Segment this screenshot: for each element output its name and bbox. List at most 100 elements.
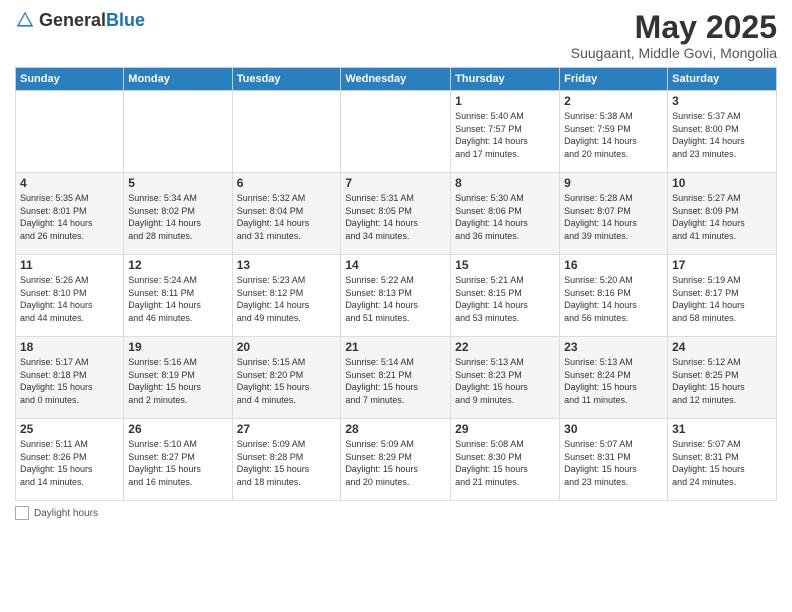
day-detail: Sunrise: 5:10 AM Sunset: 8:27 PM Dayligh…	[128, 438, 227, 488]
calendar-cell	[16, 91, 124, 173]
calendar-header-friday: Friday	[560, 68, 668, 91]
day-number: 13	[237, 258, 337, 272]
calendar-cell: 20Sunrise: 5:15 AM Sunset: 8:20 PM Dayli…	[232, 337, 341, 419]
calendar-cell: 30 Sunrise: 5:07 AM Sunset: 8:31 PM Dayli…	[560, 419, 668, 501]
day-detail: Sunrise: 5:35 AM Sunset: 8:01 PM Dayligh…	[20, 192, 119, 242]
day-number: 28	[345, 422, 446, 436]
calendar-cell: 27 Sunrise: 5:09 AM Sunset: 8:28 PM Dayli…	[232, 419, 341, 501]
day-detail: Sunrise: 5:07 AM Sunset: 8:31 PM Dayligh…	[564, 438, 663, 488]
calendar-cell: 25 Sunrise: 5:11 AM Sunset: 8:26 PM Dayli…	[16, 419, 124, 501]
day-detail: Sunrise: 5:21 AM Sunset: 8:15 PM Dayligh…	[455, 274, 555, 324]
calendar-cell: 18 Sunrise: 5:17 AM Sunset: 8:18 PM Dayli…	[16, 337, 124, 419]
day-number: 30	[564, 422, 663, 436]
calendar-cell: 17 Sunrise: 5:19 AM Sunset: 8:17 PM Dayli…	[668, 255, 777, 337]
day-detail: Sunrise: 5:07 AM Sunset: 8:31 PM Dayligh…	[672, 438, 772, 488]
calendar-header-sunday: Sunday	[16, 68, 124, 91]
day-detail: Sunrise: 5:27 AM Sunset: 8:09 PM Dayligh…	[672, 192, 772, 242]
day-number: 2	[564, 94, 663, 108]
day-number: 8	[455, 176, 555, 190]
day-number: 12	[128, 258, 227, 272]
footer: Daylight hours	[15, 506, 777, 520]
calendar-cell: 21Sunrise: 5:14 AM Sunset: 8:21 PM Dayli…	[341, 337, 451, 419]
logo: GeneralBlue	[15, 10, 145, 30]
day-number: 19	[128, 340, 227, 354]
calendar-cell: 10 Sunrise: 5:27 AM Sunset: 8:09 PM Dayli…	[668, 173, 777, 255]
calendar-week-1: 1 Sunrise: 5:40 AM Sunset: 7:57 PM Daylig…	[16, 91, 777, 173]
calendar-cell: 15 Sunrise: 5:21 AM Sunset: 8:15 PM Dayli…	[451, 255, 560, 337]
day-number: 4	[20, 176, 119, 190]
day-detail: Sunrise: 5:13 AM Sunset: 8:23 PM Dayligh…	[455, 356, 555, 406]
day-number: 15	[455, 258, 555, 272]
daylight-label: Daylight hours	[34, 508, 98, 519]
day-number: 18	[20, 340, 119, 354]
day-detail: Sunrise: 5:11 AM Sunset: 8:26 PM Dayligh…	[20, 438, 119, 488]
day-number: 11	[20, 258, 119, 272]
day-detail: Sunrise: 5:26 AM Sunset: 8:10 PM Dayligh…	[20, 274, 119, 324]
day-number: 29	[455, 422, 555, 436]
day-detail: Sunrise: 5:16 AM Sunset: 8:19 PM Dayligh…	[128, 356, 227, 406]
day-detail: Sunrise: 5:17 AM Sunset: 8:18 PM Dayligh…	[20, 356, 119, 406]
calendar-cell: 12 Sunrise: 5:24 AM Sunset: 8:11 PM Dayli…	[124, 255, 232, 337]
calendar-cell: 22 Sunrise: 5:13 AM Sunset: 8:23 PM Dayli…	[451, 337, 560, 419]
day-number: 31	[672, 422, 772, 436]
day-number: 7	[345, 176, 446, 190]
day-number: 10	[672, 176, 772, 190]
main-title: May 2025	[571, 10, 777, 45]
day-number: 9	[564, 176, 663, 190]
calendar-header-row: SundayMondayTuesdayWednesdayThursdayFrid…	[16, 68, 777, 91]
day-detail: Sunrise: 5:34 AM Sunset: 8:02 PM Dayligh…	[128, 192, 227, 242]
calendar-cell: 1 Sunrise: 5:40 AM Sunset: 7:57 PM Daylig…	[451, 91, 560, 173]
calendar-cell: 26 Sunrise: 5:10 AM Sunset: 8:27 PM Dayli…	[124, 419, 232, 501]
day-number: 3	[672, 94, 772, 108]
day-number: 22	[455, 340, 555, 354]
day-detail: Sunrise: 5:28 AM Sunset: 8:07 PM Dayligh…	[564, 192, 663, 242]
calendar-header-monday: Monday	[124, 68, 232, 91]
calendar-cell: 5 Sunrise: 5:34 AM Sunset: 8:02 PM Daylig…	[124, 173, 232, 255]
day-number: 26	[128, 422, 227, 436]
day-detail: Sunrise: 5:12 AM Sunset: 8:25 PM Dayligh…	[672, 356, 772, 406]
day-detail: Sunrise: 5:37 AM Sunset: 8:00 PM Dayligh…	[672, 110, 772, 160]
title-block: May 2025 Suugaant, Middle Govi, Mongolia	[571, 10, 777, 61]
day-number: 6	[237, 176, 337, 190]
calendar-cell: 16Sunrise: 5:20 AM Sunset: 8:16 PM Dayli…	[560, 255, 668, 337]
day-number: 25	[20, 422, 119, 436]
day-number: 23	[564, 340, 663, 354]
calendar-week-3: 11 Sunrise: 5:26 AM Sunset: 8:10 PM Dayli…	[16, 255, 777, 337]
day-number: 20	[237, 340, 337, 354]
calendar-cell: 11 Sunrise: 5:26 AM Sunset: 8:10 PM Dayli…	[16, 255, 124, 337]
logo-blue: Blue	[106, 10, 145, 30]
header: GeneralBlue May 2025 Suugaant, Middle Go…	[15, 10, 777, 61]
calendar-cell: 24 Sunrise: 5:12 AM Sunset: 8:25 PM Dayli…	[668, 337, 777, 419]
day-detail: Sunrise: 5:24 AM Sunset: 8:11 PM Dayligh…	[128, 274, 227, 324]
calendar-cell: 6Sunrise: 5:32 AM Sunset: 8:04 PM Daylig…	[232, 173, 341, 255]
subtitle: Suugaant, Middle Govi, Mongolia	[571, 45, 777, 61]
calendar-cell	[232, 91, 341, 173]
calendar-week-5: 25 Sunrise: 5:11 AM Sunset: 8:26 PM Dayli…	[16, 419, 777, 501]
logo-icon	[15, 10, 35, 30]
calendar-cell: 28Sunrise: 5:09 AM Sunset: 8:29 PM Dayli…	[341, 419, 451, 501]
logo-text: GeneralBlue	[39, 11, 145, 29]
day-detail: Sunrise: 5:14 AM Sunset: 8:21 PM Dayligh…	[345, 356, 446, 406]
day-number: 27	[237, 422, 337, 436]
calendar-cell: 4 Sunrise: 5:35 AM Sunset: 8:01 PM Daylig…	[16, 173, 124, 255]
calendar-cell: 7 Sunrise: 5:31 AM Sunset: 8:05 PM Daylig…	[341, 173, 451, 255]
day-detail: Sunrise: 5:19 AM Sunset: 8:17 PM Dayligh…	[672, 274, 772, 324]
day-detail: Sunrise: 5:22 AM Sunset: 8:13 PM Dayligh…	[345, 274, 446, 324]
day-detail: Sunrise: 5:20 AM Sunset: 8:16 PM Dayligh…	[564, 274, 663, 324]
calendar-cell: 8Sunrise: 5:30 AM Sunset: 8:06 PM Daylig…	[451, 173, 560, 255]
calendar-cell: 14Sunrise: 5:22 AM Sunset: 8:13 PM Dayli…	[341, 255, 451, 337]
page: GeneralBlue May 2025 Suugaant, Middle Go…	[0, 0, 792, 612]
day-number: 1	[455, 94, 555, 108]
day-number: 17	[672, 258, 772, 272]
day-detail: Sunrise: 5:13 AM Sunset: 8:24 PM Dayligh…	[564, 356, 663, 406]
day-detail: Sunrise: 5:40 AM Sunset: 7:57 PM Dayligh…	[455, 110, 555, 160]
day-number: 5	[128, 176, 227, 190]
day-detail: Sunrise: 5:38 AM Sunset: 7:59 PM Dayligh…	[564, 110, 663, 160]
day-detail: Sunrise: 5:09 AM Sunset: 8:28 PM Dayligh…	[237, 438, 337, 488]
calendar-header-thursday: Thursday	[451, 68, 560, 91]
calendar-header-tuesday: Tuesday	[232, 68, 341, 91]
calendar-table: SundayMondayTuesdayWednesdayThursdayFrid…	[15, 67, 777, 501]
day-number: 24	[672, 340, 772, 354]
day-detail: Sunrise: 5:31 AM Sunset: 8:05 PM Dayligh…	[345, 192, 446, 242]
logo-general: General	[39, 10, 106, 30]
